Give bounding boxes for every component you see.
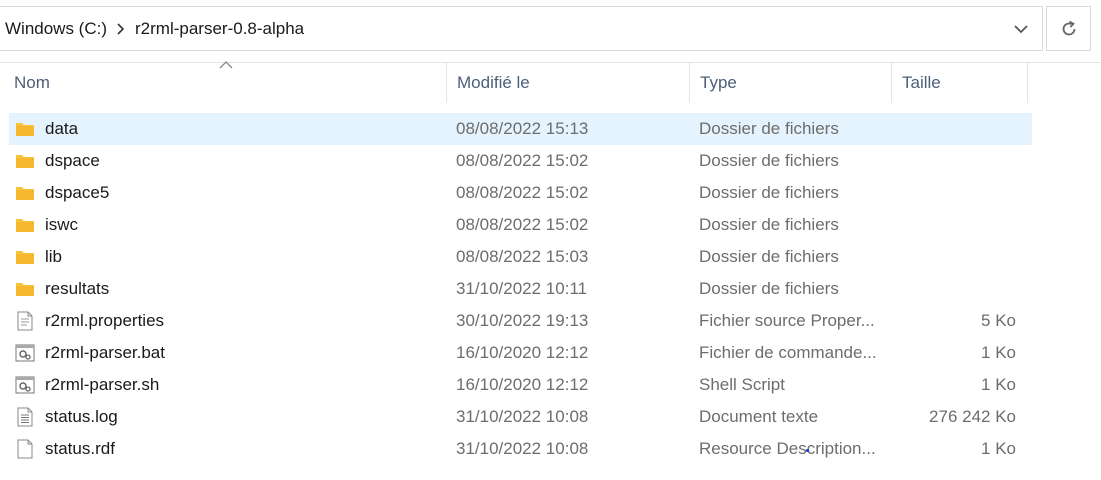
file-size: 276 242 Ko	[929, 407, 1016, 426]
file-size	[901, 145, 1016, 177]
column-header-name[interactable]: Nom	[4, 63, 447, 103]
file-modified: 31/10/2022 10:08	[456, 439, 589, 458]
file-type: Dossier de fichiers	[699, 279, 839, 298]
column-headers: Nom Modifié le Type Taille	[0, 61, 1101, 103]
file-modified: 16/10/2020 12:12	[456, 343, 589, 362]
file-row[interactable]: r2rml-parser.sh 16/10/2020 12:12 Shell S…	[9, 369, 1032, 401]
file-type: Fichier de commande...	[699, 343, 877, 362]
file-name: data	[45, 119, 79, 138]
file-type: Dossier de fichiers	[699, 247, 839, 266]
folder-icon	[15, 215, 35, 235]
blank-file-icon	[15, 439, 35, 459]
file-modified: 08/08/2022 15:03	[456, 247, 589, 266]
column-header-type[interactable]: Type	[690, 63, 892, 103]
file-row[interactable]: iswc 08/08/2022 15:02 Dossier de fichier…	[9, 209, 1032, 241]
address-bar[interactable]: Windows (C:) r2rml-parser-0.8-alpha	[0, 6, 1043, 51]
file-name: resultats	[45, 279, 110, 298]
file-size: 5 Ko	[981, 311, 1016, 330]
file-size: 1 Ko	[981, 439, 1016, 458]
file-row[interactable]: dspace 08/08/2022 15:02 Dossier de fichi…	[9, 145, 1032, 177]
file-modified: 31/10/2022 10:11	[456, 279, 588, 298]
file-row[interactable]: lib 08/08/2022 15:03 Dossier de fichiers	[9, 241, 1032, 273]
chevron-right-icon[interactable]	[112, 20, 130, 38]
breadcrumb-folder[interactable]: r2rml-parser-0.8-alpha	[130, 19, 309, 39]
file-size	[901, 241, 1016, 273]
file-type: Dossier de fichiers	[699, 215, 839, 234]
refresh-icon	[1062, 20, 1075, 35]
file-size: 1 Ko	[981, 343, 1016, 362]
file-modified: 30/10/2022 19:13	[456, 311, 589, 330]
file-list: data 08/08/2022 15:13 Dossier de fichier…	[0, 113, 1101, 465]
file-name: r2rml-parser.bat	[45, 343, 165, 362]
file-size	[901, 209, 1016, 241]
batch-file-icon	[15, 343, 35, 363]
file-size	[901, 177, 1016, 209]
file-row[interactable]: r2rml.properties 30/10/2022 19:13 Fichie…	[9, 305, 1032, 337]
file-type: Dossier de fichiers	[699, 183, 839, 202]
file-name: status.rdf	[45, 439, 115, 458]
refresh-button[interactable]	[1046, 6, 1091, 51]
column-header-modified[interactable]: Modifié le	[447, 63, 690, 103]
file-name: dspace5	[45, 183, 110, 202]
file-size	[901, 273, 1016, 305]
file-row[interactable]: dspace5 08/08/2022 15:02 Dossier de fich…	[9, 177, 1032, 209]
cursor-dot	[806, 449, 809, 452]
file-type: Dossier de fichiers	[699, 151, 839, 170]
file-type: Document texte	[699, 407, 819, 426]
file-modified: 08/08/2022 15:13	[456, 119, 589, 138]
text-file-icon	[15, 407, 35, 427]
file-modified: 16/10/2020 12:12	[456, 375, 589, 394]
file-type: Resource Description...	[699, 439, 876, 458]
folder-icon	[15, 119, 35, 139]
properties-file-icon	[15, 311, 35, 331]
folder-icon	[15, 183, 35, 203]
file-name: r2rml-parser.sh	[45, 375, 160, 394]
file-name: status.log	[45, 407, 118, 426]
file-name: iswc	[45, 215, 79, 234]
folder-icon	[15, 151, 35, 171]
file-type: Fichier source Proper...	[699, 311, 875, 330]
file-size: 1 Ko	[981, 375, 1016, 394]
file-row[interactable]: status.log 31/10/2022 10:08 Document tex…	[9, 401, 1032, 433]
file-modified: 08/08/2022 15:02	[456, 215, 589, 234]
file-row[interactable]: status.rdf 31/10/2022 10:08 Resource Des…	[9, 433, 1032, 465]
file-size	[901, 113, 1016, 145]
folder-icon	[15, 279, 35, 299]
file-modified: 08/08/2022 15:02	[456, 151, 589, 170]
file-type: Shell Script	[699, 375, 785, 394]
chevron-down-icon[interactable]	[1010, 18, 1032, 40]
file-row[interactable]: data 08/08/2022 15:13 Dossier de fichier…	[9, 113, 1032, 145]
folder-icon	[15, 247, 35, 267]
file-name: r2rml.properties	[45, 311, 165, 330]
file-name: dspace	[45, 151, 100, 170]
file-type: Dossier de fichiers	[699, 119, 839, 138]
script-file-icon	[15, 375, 35, 395]
file-row[interactable]: r2rml-parser.bat 16/10/2020 12:12 Fichie…	[9, 337, 1032, 369]
column-header-size[interactable]: Taille	[892, 63, 1028, 103]
file-modified: 08/08/2022 15:02	[456, 183, 589, 202]
breadcrumb-drive[interactable]: Windows (C:)	[0, 19, 112, 39]
file-modified: 31/10/2022 10:08	[456, 407, 589, 426]
file-row[interactable]: resultats 31/10/2022 10:11 Dossier de fi…	[9, 273, 1032, 305]
file-name: lib	[45, 247, 63, 266]
